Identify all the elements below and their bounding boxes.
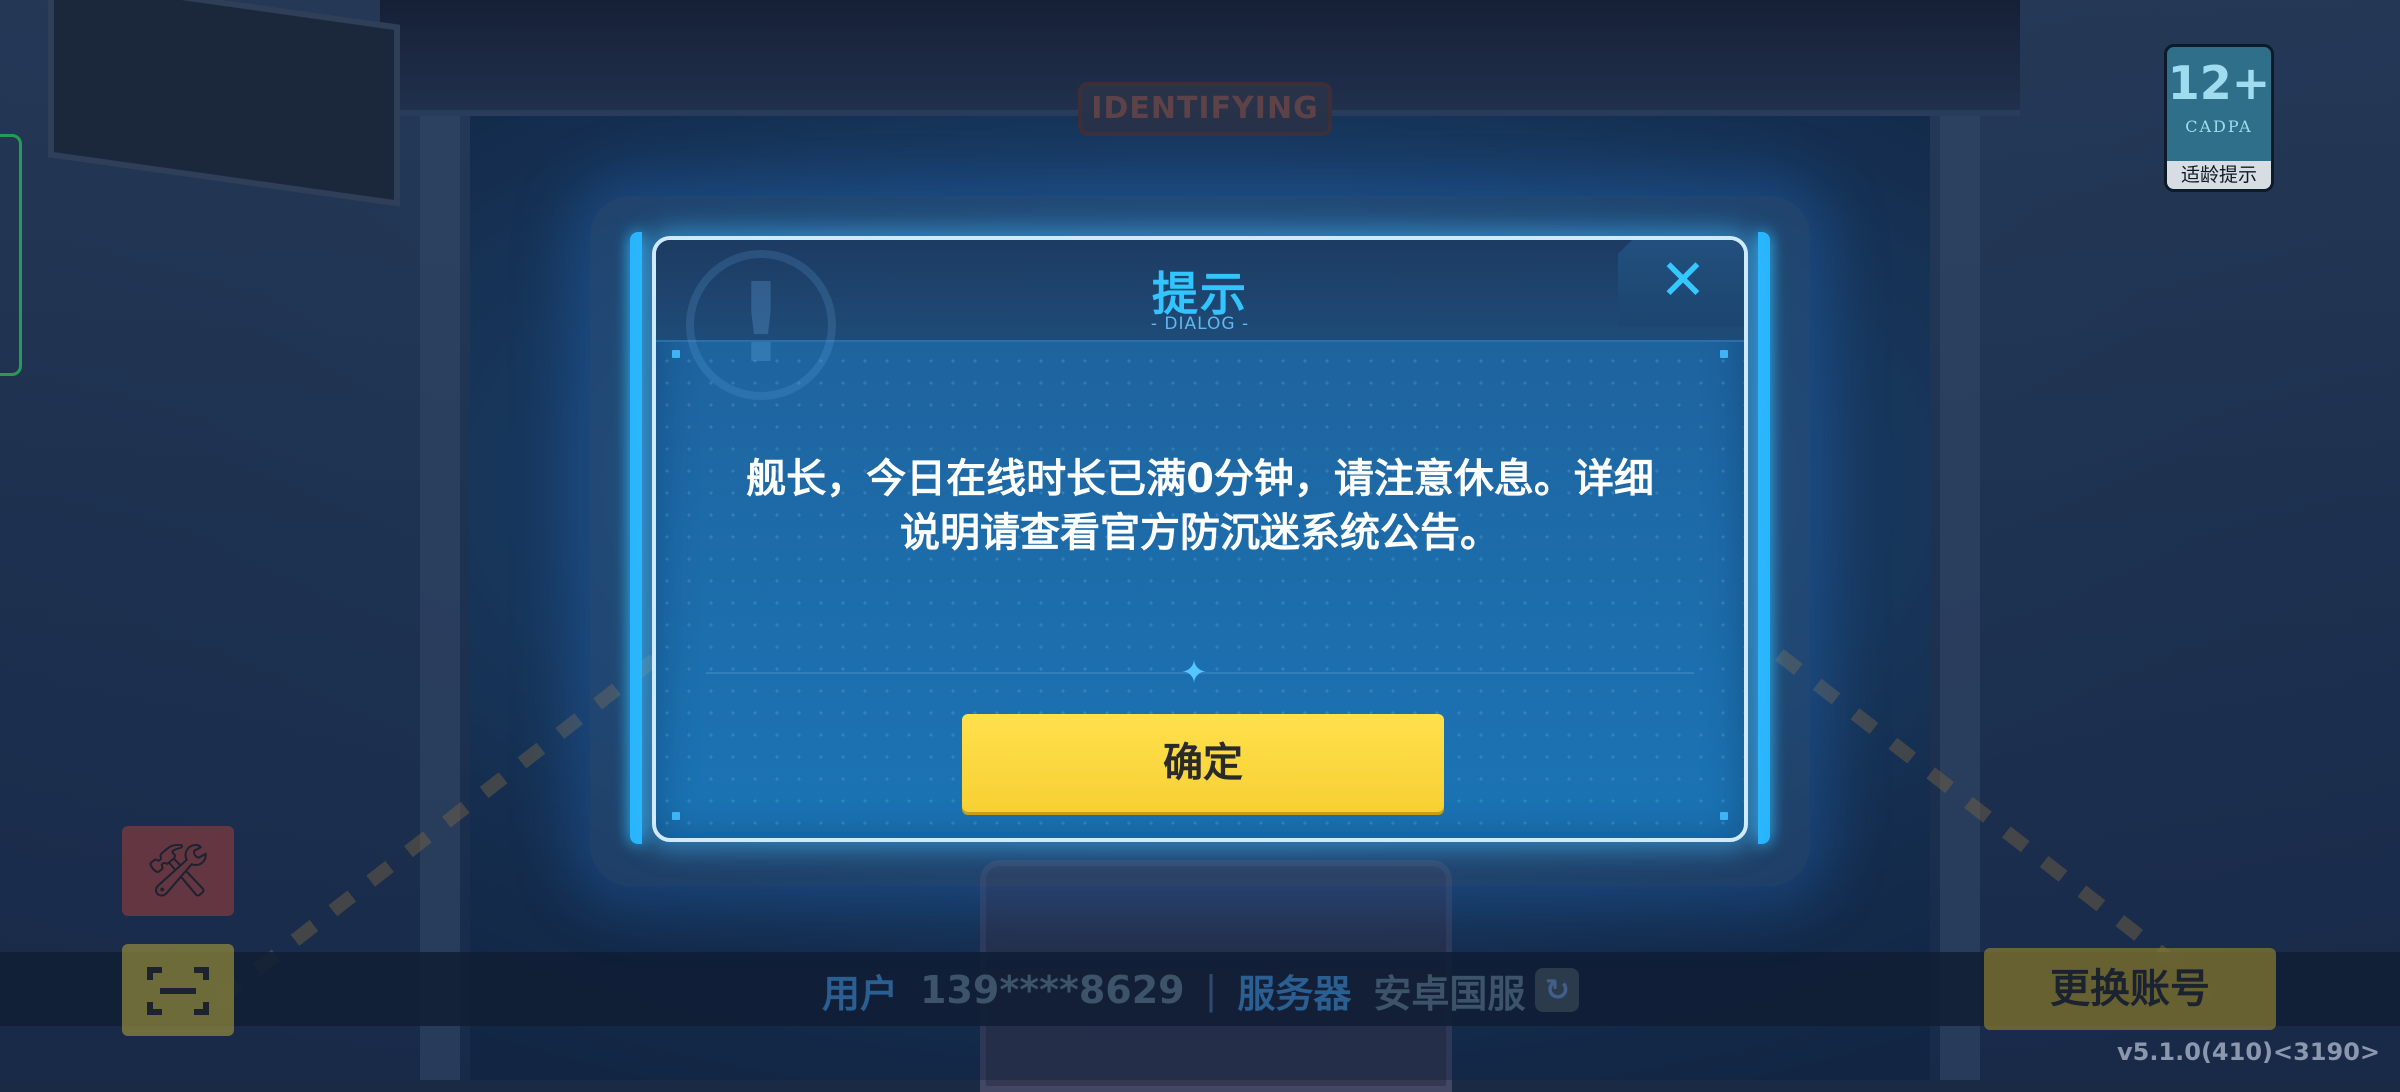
corner-dot [672, 350, 680, 358]
age-rating-badge[interactable]: 12+ CADPA 适龄提示 [2164, 44, 2274, 192]
refresh-icon[interactable]: ↻ [1535, 968, 1580, 1012]
scan-icon [147, 967, 209, 1015]
info-separator: | [1204, 968, 1218, 1012]
close-icon: ✕ [1659, 248, 1707, 313]
user-label: 用户 [822, 971, 899, 1016]
version-label: v5.1.0(410)<3190> [2116, 1038, 2380, 1066]
message-line: 说明请查看官方防沉迷系统公告。 [900, 510, 1500, 556]
close-button[interactable]: ✕ [1618, 240, 1744, 326]
scan-button[interactable] [122, 944, 234, 1036]
confirm-button[interactable]: 确定 [962, 714, 1444, 812]
dialog-header: ! 提示 - DIALOG - ✕ [656, 240, 1744, 400]
server-name: 安卓国服 [1373, 971, 1526, 1016]
tools-icon: 🛠 [144, 841, 211, 901]
age-rating-label: 适龄提示 [2167, 161, 2271, 189]
dialog-subtitle: - DIALOG - [1150, 314, 1250, 334]
dialog-message: 舰长，今日在线时长已满0分钟，请注意休息。详细 说明请查看官方防沉迷系统公告。 [696, 452, 1704, 560]
switch-account-button[interactable]: 更换账号 [1984, 948, 2276, 1030]
age-rating-brand: CADPA [2185, 117, 2253, 136]
user-id: 139****8629 [920, 968, 1185, 1012]
account-info: 用户 139****8629 | 服务器 安卓国服 ↻ [822, 958, 1580, 1022]
tools-button[interactable]: 🛠 [122, 826, 234, 916]
age-rating-number: 12+ [2167, 56, 2271, 110]
corner-dot [1720, 812, 1728, 820]
notice-dialog: ! 提示 - DIALOG - ✕ 舰长，今日在线时长已满0分钟，请注意休息。详… [652, 236, 1748, 842]
message-line: 舰长，今日在线时长已满0分钟，请注意休息。详细 [746, 456, 1654, 502]
dialog-side-bar [1758, 232, 1770, 844]
server-label: 服务器 [1237, 971, 1352, 1016]
corner-dot [1720, 350, 1728, 358]
corner-dot [672, 812, 680, 820]
dialog-side-bar [630, 232, 642, 844]
star-icon: ✦ [1180, 653, 1208, 691]
